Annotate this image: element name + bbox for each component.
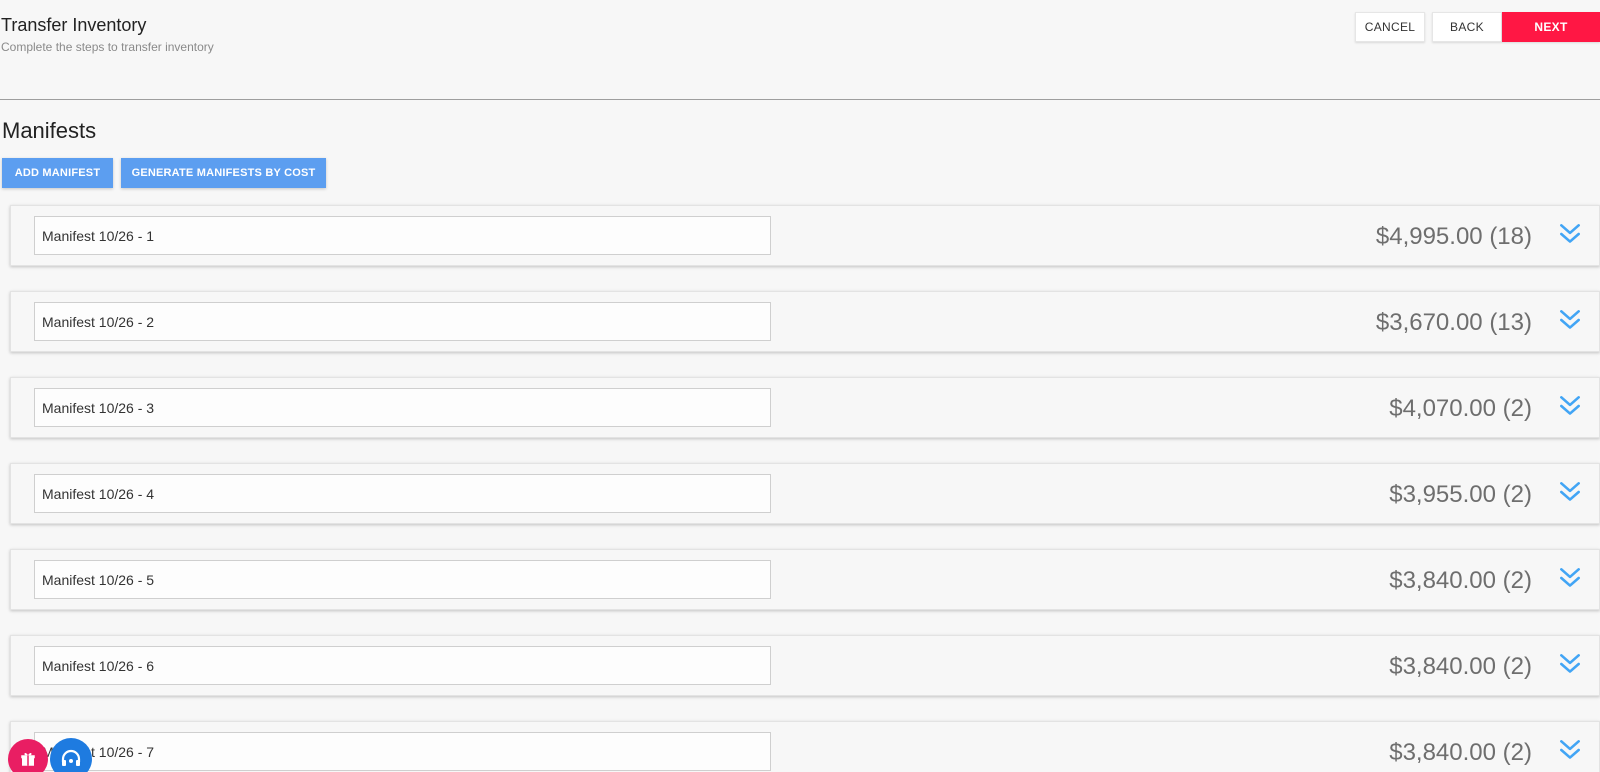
chevron-double-down-icon[interactable] xyxy=(1557,307,1583,333)
manifest-card: $3,840.00 (2) xyxy=(10,721,1600,772)
manifest-name-input[interactable] xyxy=(34,216,771,255)
manifest-total: $3,670.00 (13) xyxy=(1375,309,1532,336)
support-headset-icon xyxy=(61,749,81,766)
chevron-double-down-icon[interactable] xyxy=(1557,221,1583,247)
manifest-name-input[interactable] xyxy=(34,560,771,599)
gift-icon xyxy=(21,752,35,766)
manifest-total: $3,840.00 (2) xyxy=(1389,739,1532,766)
cancel-button[interactable]: CANCEL xyxy=(1355,12,1425,42)
page-header: Transfer Inventory Complete the steps to… xyxy=(0,0,1600,100)
manifest-total: $3,955.00 (2) xyxy=(1389,481,1532,508)
page-subtitle: Complete the steps to transfer inventory xyxy=(1,40,214,54)
manifests-heading: Manifests xyxy=(2,118,97,143)
chevron-double-down-icon[interactable] xyxy=(1557,651,1583,677)
manifest-total: $4,070.00 (2) xyxy=(1389,395,1532,422)
manifest-card: $3,955.00 (2) xyxy=(10,463,1600,524)
chevron-double-down-icon[interactable] xyxy=(1557,393,1583,419)
next-button[interactable]: NEXT xyxy=(1502,12,1600,42)
manifest-card: $4,070.00 (2) xyxy=(10,377,1600,438)
manifest-name-input[interactable] xyxy=(34,302,771,341)
chevron-double-down-icon[interactable] xyxy=(1557,479,1583,505)
chevron-double-down-icon[interactable] xyxy=(1557,737,1583,763)
manifest-card: $3,840.00 (2) xyxy=(10,635,1600,696)
gift-fab-button[interactable] xyxy=(8,739,48,772)
generate-manifests-button[interactable]: GENERATE MANIFESTS BY COST xyxy=(121,158,326,188)
add-manifest-button[interactable]: ADD MANIFEST xyxy=(2,158,113,188)
manifest-list: $4,995.00 (18) $3,670.00 (13) $4,070.00 … xyxy=(10,205,1600,772)
manifest-name-input[interactable] xyxy=(34,474,771,513)
manifest-total: $3,840.00 (2) xyxy=(1389,567,1532,594)
back-button[interactable]: BACK xyxy=(1432,12,1502,42)
page-title: Transfer Inventory xyxy=(1,15,147,35)
manifest-total: $4,995.00 (18) xyxy=(1375,223,1532,250)
manifest-name-input[interactable] xyxy=(34,388,771,427)
manifest-card: $4,995.00 (18) xyxy=(10,205,1600,266)
manifest-card: $3,670.00 (13) xyxy=(10,291,1600,352)
manifest-card: $3,840.00 (2) xyxy=(10,549,1600,610)
manifest-name-input[interactable] xyxy=(34,646,771,685)
chevron-double-down-icon[interactable] xyxy=(1557,565,1583,591)
manifest-name-input[interactable] xyxy=(34,732,771,771)
manifest-total: $3,840.00 (2) xyxy=(1389,653,1532,680)
support-fab-button[interactable] xyxy=(50,738,92,772)
